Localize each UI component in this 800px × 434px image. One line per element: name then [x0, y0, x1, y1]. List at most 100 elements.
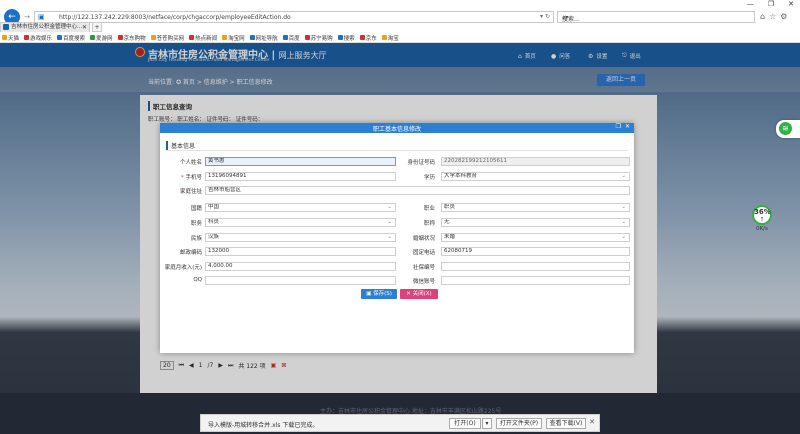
- tab-close-icon[interactable]: ✕: [82, 23, 87, 32]
- social-field[interactable]: [441, 262, 630, 271]
- speed-percent: 36%: [754, 208, 771, 216]
- url-text: http://122.137.242.229:8003/netface/corp…: [59, 14, 291, 21]
- speed-rate: ↑ 0K/s: [756, 217, 768, 232]
- ethnicity-select[interactable]: 汉族 ⌄: [205, 233, 396, 242]
- download-notification-bar: 导入模版-用城转移合并.xls 下载已完成。 打开(O) ▾ 打开文件夹(P) …: [200, 414, 600, 432]
- save-button[interactable]: ▣ 保存(S): [361, 289, 397, 299]
- qq-label: QQ: [193, 277, 202, 283]
- social-label: 社保编号: [412, 265, 435, 271]
- phone-field[interactable]: 62080719: [441, 247, 630, 256]
- home-icon[interactable]: ⌂: [760, 12, 765, 21]
- fav-item[interactable]: 游戏娱乐: [24, 34, 52, 42]
- name-label: 个人姓名: [179, 160, 202, 166]
- income-field[interactable]: 4,000.00: [205, 262, 396, 271]
- nationality-select[interactable]: 中国 ⌄: [205, 203, 396, 212]
- page-icon: ▣: [38, 13, 45, 21]
- site-icon: [57, 35, 63, 40]
- fav-item[interactable]: 淘宝网: [222, 34, 245, 42]
- wechat-field[interactable]: [441, 276, 630, 285]
- close-icon[interactable]: ✕: [788, 0, 794, 8]
- site-icon: [249, 35, 255, 40]
- new-tab-button[interactable]: +: [92, 22, 102, 32]
- star-icon[interactable]: ☆: [769, 12, 776, 21]
- site-icon: [189, 35, 195, 40]
- mobile-field[interactable]: 13196094891: [205, 172, 396, 181]
- education-label: 学历: [423, 175, 435, 181]
- window-controls: — ❐ ✕: [747, 0, 794, 8]
- favorites-bar: 天猫 游戏娱乐 百度搜索 爱游网 京东购物 苍苍购买网 热点新闻 淘宝网 网址导…: [0, 33, 800, 43]
- open-dropdown-button[interactable]: ▾: [482, 418, 492, 429]
- chevron-down-icon: ▾: [485, 420, 489, 427]
- chevron-down-icon: ⌄: [621, 219, 626, 225]
- postcode-field[interactable]: 132000: [205, 247, 396, 256]
- marital-select[interactable]: 未婚 ⌄: [441, 233, 630, 242]
- site-icon: [3, 24, 9, 30]
- occupation-select[interactable]: 职员 ⌄: [441, 203, 630, 212]
- wechat-label: 微信账号: [412, 279, 435, 285]
- title-label: 职称: [423, 221, 435, 227]
- site-icon: [359, 35, 365, 40]
- fav-item[interactable]: 淘宝: [381, 34, 399, 42]
- search-field[interactable]: 搜索... ⌕▾: [557, 11, 755, 23]
- maximize-icon[interactable]: ❐: [616, 123, 621, 130]
- position-label: 职务: [190, 221, 202, 227]
- education-select[interactable]: 大学本科教育 ⌄: [441, 172, 630, 181]
- site-icon: [222, 35, 228, 40]
- fav-item[interactable]: 百度: [282, 34, 300, 42]
- download-message: 导入模版-用城转移合并.xls 下载已完成。: [208, 422, 319, 429]
- edit-employee-dialog: 职工基本信息修改 ❐ ✕ 基本信息 个人姓名 黄书惠 身份证号码 2202821…: [160, 123, 634, 353]
- fav-item[interactable]: 爱游网: [90, 34, 113, 42]
- mobile-label: * 手机号: [180, 175, 202, 181]
- refresh-icon[interactable]: ▾ ↻: [540, 13, 550, 20]
- ethnicity-label: 民族: [190, 236, 202, 242]
- marital-label: 婚姻状况: [412, 236, 435, 242]
- view-downloads-button[interactable]: 查看下载(V): [546, 418, 586, 429]
- site-icon: [282, 35, 288, 40]
- wifi-widget[interactable]: ≋: [776, 120, 800, 138]
- site-icon: [150, 35, 156, 40]
- close-icon[interactable]: ✕: [625, 123, 630, 130]
- qq-field[interactable]: [205, 276, 396, 285]
- address-field[interactable]: 吉林市船营区: [205, 186, 630, 195]
- fav-item[interactable]: 天猫: [2, 34, 19, 42]
- open-folder-button[interactable]: 打开文件夹(P): [496, 418, 542, 429]
- fav-item[interactable]: 热点新闻: [189, 34, 217, 42]
- wifi-icon: ≋: [779, 122, 792, 135]
- site-icon: [24, 35, 30, 40]
- minimize-icon[interactable]: —: [747, 0, 754, 8]
- open-button[interactable]: 打开(O): [449, 418, 481, 429]
- page-viewport: 吉林市住房公积金管理中心 | 网上服务大厅 JiLin City Housing…: [0, 43, 800, 434]
- forward-arrow-icon[interactable]: →: [22, 12, 32, 22]
- site-icon: [381, 35, 387, 40]
- id-no-label: 身份证号码: [407, 160, 435, 166]
- chevron-down-icon: ⌄: [621, 204, 626, 210]
- gear-icon[interactable]: ⚙: [780, 12, 787, 21]
- income-label: 家庭月收入(元): [164, 265, 202, 271]
- dialog-tools: ❐ ✕: [616, 123, 630, 130]
- site-icon: [337, 35, 343, 40]
- fav-item[interactable]: 京东: [359, 34, 377, 42]
- speed-widget[interactable]: 36% ↑ 0K/s: [752, 205, 772, 232]
- phone-label: 固定电话: [412, 250, 435, 256]
- position-select[interactable]: 科员 ⌄: [205, 218, 396, 227]
- dialog-title: 职工基本信息修改: [372, 126, 421, 133]
- tab-current[interactable]: 吉林市住房公积金管理中心... ✕: [0, 22, 90, 32]
- chevron-down-icon: ⌄: [621, 234, 626, 240]
- maximize-icon[interactable]: ❐: [768, 0, 774, 8]
- fav-item[interactable]: 苍苍购买网: [150, 34, 184, 42]
- star-icon: [2, 35, 7, 40]
- close-icon[interactable]: ✕: [589, 418, 595, 426]
- fav-item[interactable]: 百度搜索: [57, 34, 85, 42]
- fav-item[interactable]: 京东购物: [117, 34, 146, 42]
- name-field[interactable]: 黄书惠: [205, 157, 396, 166]
- close-button[interactable]: ✕ 关闭(X): [400, 289, 438, 299]
- search-icon[interactable]: ⌕▾: [562, 14, 751, 22]
- dialog-header: 职工基本信息修改 ❐ ✕: [160, 123, 634, 133]
- fav-item[interactable]: 搜索: [337, 34, 355, 42]
- fav-item[interactable]: 网址导航: [249, 34, 278, 42]
- url-field[interactable]: ▣ http://122.137.242.229:8003/netface/co…: [34, 11, 554, 23]
- nationality-label: 国籍: [190, 206, 202, 212]
- chevron-down-icon: ⌄: [387, 234, 392, 240]
- title-select[interactable]: 无 ⌄: [441, 218, 630, 227]
- fav-item[interactable]: 苏宁易购: [304, 34, 333, 42]
